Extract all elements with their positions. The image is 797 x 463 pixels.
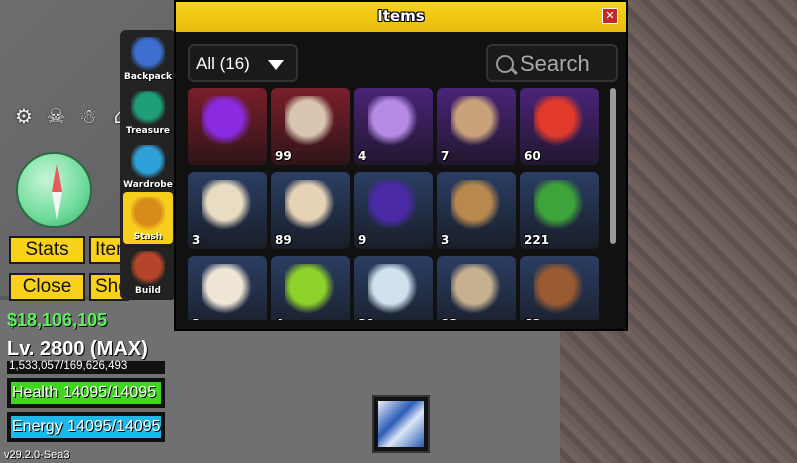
inventory-tab-column: Backpack Treasure Wardrobe Stash Build — [120, 30, 176, 300]
tab-backpack[interactable]: Backpack — [123, 32, 173, 84]
item-slot[interactable]: 3 — [188, 256, 267, 320]
item-slot[interactable]: 89 — [271, 172, 350, 249]
version-label: v29.2.0-Sea3 — [4, 449, 70, 461]
category-dropdown[interactable]: All (16) — [188, 44, 298, 82]
items-grid: 99 4 7 60 3 89 9 3 221 3 4 31 82 63 — [188, 88, 600, 320]
health-bar: Health 14095/14095 — [7, 378, 165, 408]
item-quantity: 60 — [524, 149, 541, 163]
energy-text: Energy 14095/14095 — [12, 418, 161, 435]
item-slot[interactable]: 3 — [188, 172, 267, 249]
item-slot[interactable]: 221 — [520, 172, 599, 249]
energy-bar: Energy 14095/14095 — [7, 412, 165, 442]
money-label: $18,106,105 — [7, 310, 108, 330]
item-quantity: 89 — [275, 233, 292, 247]
item-quantity: 9 — [358, 233, 367, 247]
item-quantity: 3 — [192, 233, 201, 247]
item-icon — [534, 96, 584, 146]
hotbar-slot[interactable] — [372, 395, 430, 453]
item-icon — [451, 264, 501, 314]
top-icon-row: ⚙ ☠ ☃ ⌂ — [12, 104, 132, 128]
item-icon — [202, 264, 252, 314]
item-quantity: 3 — [192, 317, 200, 320]
close-button[interactable]: Close — [9, 273, 85, 301]
item-quantity: 7 — [441, 149, 450, 163]
item-slot[interactable]: 4 — [354, 88, 433, 165]
tab-treasure[interactable]: Treasure — [123, 86, 173, 138]
compass[interactable] — [16, 152, 92, 228]
search-icon — [496, 55, 514, 73]
item-slot[interactable]: 82 — [437, 256, 516, 320]
tab-label: Build — [135, 286, 161, 296]
item-icon — [451, 180, 501, 230]
tab-stash[interactable]: Stash — [123, 192, 173, 244]
health-text: Health 14095/14095 — [12, 384, 157, 401]
item-quantity: 63 — [524, 317, 541, 320]
scrollbar[interactable] — [610, 88, 616, 244]
equipped-item-icon — [378, 401, 424, 447]
hanger-icon — [131, 145, 165, 179]
item-slot[interactable]: 63 — [520, 256, 599, 320]
item-icon — [534, 264, 584, 314]
items-panel: Items ✕ All (16) 99 4 7 60 3 89 9 3 221 3 4 31 82 63 — [174, 0, 628, 331]
item-icon — [202, 180, 252, 230]
item-slot[interactable] — [188, 88, 267, 165]
level-label: Lv. 2800 (MAX) — [7, 338, 148, 360]
tab-label: Wardrobe — [123, 180, 173, 190]
item-icon — [368, 96, 418, 146]
treasure-icon — [131, 91, 165, 125]
item-quantity: 3 — [441, 233, 450, 247]
tab-label: Treasure — [125, 126, 171, 136]
item-quantity: 4 — [275, 317, 283, 320]
backpack-icon — [131, 37, 165, 71]
item-quantity: 82 — [441, 317, 458, 320]
item-quantity: 221 — [524, 233, 550, 247]
item-slot[interactable]: 31 — [354, 256, 433, 320]
tab-label: Stash — [133, 232, 163, 242]
item-quantity: 4 — [358, 149, 367, 163]
xp-text: 1,533,057/169,626,493 — [9, 360, 128, 372]
stats-button[interactable]: Stats — [9, 236, 85, 264]
category-dropdown-value: All (16) — [196, 54, 250, 73]
item-slot[interactable]: 7 — [437, 88, 516, 165]
item-icon — [202, 96, 252, 146]
tab-label: Backpack — [123, 72, 173, 82]
item-icon — [451, 96, 501, 146]
item-slot[interactable]: 3 — [437, 172, 516, 249]
crew-skull-icon[interactable]: ☠ — [44, 104, 68, 128]
item-icon — [368, 180, 418, 230]
search-box[interactable] — [486, 44, 618, 82]
item-icon — [368, 264, 418, 314]
xp-bar: 1,533,057/169,626,493 — [7, 360, 165, 374]
item-icon — [534, 180, 584, 230]
tab-build[interactable]: Build — [123, 246, 173, 298]
close-icon[interactable]: ✕ — [602, 8, 618, 24]
item-quantity: 99 — [275, 149, 292, 163]
settings-gear-icon[interactable]: ⚙ — [12, 104, 36, 128]
item-slot[interactable]: 60 — [520, 88, 599, 165]
search-input[interactable] — [518, 50, 618, 78]
players-icon[interactable]: ☃ — [76, 104, 100, 128]
item-icon — [285, 180, 335, 230]
item-slot[interactable]: 9 — [354, 172, 433, 249]
tab-wardrobe[interactable]: Wardrobe — [123, 140, 173, 192]
compass-north-needle — [52, 164, 62, 192]
item-slot[interactable]: 4 — [271, 256, 350, 320]
compass-south-needle — [52, 192, 62, 220]
chest-icon — [131, 197, 165, 231]
item-icon — [285, 96, 335, 146]
item-icon — [285, 264, 335, 314]
item-quantity: 31 — [358, 317, 375, 320]
panel-title: Items — [377, 7, 425, 25]
chevron-down-icon — [268, 60, 284, 70]
item-slot[interactable]: 99 — [271, 88, 350, 165]
mushroom-house-icon — [131, 251, 165, 285]
